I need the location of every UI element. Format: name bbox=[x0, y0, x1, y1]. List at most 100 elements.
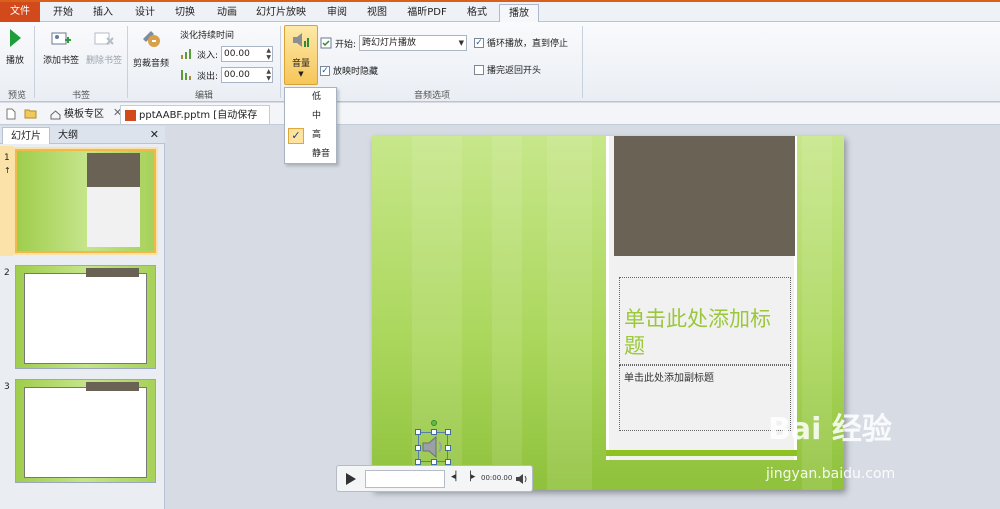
volume-icon[interactable] bbox=[515, 473, 529, 485]
volume-button[interactable]: 音量 ▼ bbox=[284, 25, 318, 85]
volume-option-medium[interactable]: 中 bbox=[285, 107, 336, 126]
folder-icon[interactable] bbox=[24, 108, 37, 119]
tab-animations[interactable]: 动画 bbox=[208, 4, 246, 22]
doc-tab-template-label: 模板专区 bbox=[64, 109, 104, 120]
fade-in-label: 淡入: bbox=[197, 50, 219, 61]
add-bookmark-label: 添加书签 bbox=[42, 56, 79, 66]
slide-thumbnail-1[interactable] bbox=[15, 149, 156, 253]
step-forward-icon[interactable]: ▕▸ bbox=[464, 472, 475, 482]
tab-outline[interactable]: 大纲 bbox=[50, 127, 86, 144]
remove-bookmark-label: 删除书签 bbox=[85, 56, 122, 66]
remove-bookmark-button[interactable]: 删除书签 bbox=[83, 30, 125, 66]
resize-handle[interactable] bbox=[431, 429, 437, 435]
slide-number: 1 bbox=[4, 153, 10, 163]
hide-row[interactable]: ✓ 放映时隐藏 bbox=[320, 64, 378, 77]
volume-option-low[interactable]: 低 bbox=[285, 88, 336, 107]
thumb-content bbox=[24, 273, 147, 364]
tab-format[interactable]: 格式 bbox=[458, 4, 496, 22]
tab-insert[interactable]: 插入 bbox=[84, 4, 122, 22]
loop-checkbox[interactable]: ✓ bbox=[474, 37, 484, 48]
tab-view[interactable]: 视图 bbox=[358, 4, 396, 22]
loop-row[interactable]: ✓ 循环播放，直到停止 bbox=[474, 36, 568, 49]
fade-out-value: 00.00 bbox=[224, 70, 250, 80]
tab-slides[interactable]: 幻灯片 bbox=[2, 127, 50, 144]
ribbon: 播放 预览 添加书签 删除书签 书签 剪裁音频 淡化持续时间 淡入: 00.00… bbox=[0, 22, 1000, 102]
accent-bar bbox=[606, 450, 797, 456]
powerpoint-file-icon bbox=[125, 110, 136, 121]
slide-thumbnail-2[interactable] bbox=[15, 265, 156, 369]
fade-duration-title: 淡化持续时间 bbox=[180, 28, 234, 41]
new-document-icon[interactable] bbox=[6, 108, 16, 120]
picture-placeholder[interactable] bbox=[614, 136, 795, 256]
rotate-handle[interactable] bbox=[431, 420, 437, 426]
tab-file[interactable]: 文件 bbox=[0, 2, 40, 22]
hide-checkbox[interactable]: ✓ bbox=[320, 65, 330, 76]
slide-number: 3 bbox=[4, 382, 10, 392]
trim-audio-button[interactable]: 剪裁音频 bbox=[130, 27, 172, 69]
volume-menu: 低 中 高 ✓ 静音 bbox=[284, 87, 337, 164]
fade-in-icon bbox=[181, 49, 191, 59]
close-panel-icon[interactable]: ✕ bbox=[150, 128, 159, 141]
spinner-arrows-icon[interactable]: ▲ ▼ bbox=[266, 68, 271, 82]
resize-handle[interactable] bbox=[445, 429, 451, 435]
tab-home[interactable]: 开始 bbox=[44, 4, 82, 22]
add-bookmark-button[interactable]: 添加书签 bbox=[39, 30, 83, 66]
fade-in-spinner[interactable]: 00.00 ▲ ▼ bbox=[221, 46, 274, 62]
slide-extra-marker: ↑ bbox=[4, 166, 11, 175]
fade-out-row: 淡出: 00.00 ▲ ▼ bbox=[180, 67, 274, 83]
background-stripe bbox=[547, 136, 592, 490]
start-dropdown[interactable]: 跨幻灯片播放 ▼ bbox=[359, 35, 468, 51]
step-back-icon[interactable]: ◂▏ bbox=[451, 472, 462, 482]
start-icon bbox=[320, 37, 332, 49]
rewind-row[interactable]: 播完返回开头 bbox=[474, 63, 541, 76]
tab-design[interactable]: 设计 bbox=[126, 4, 164, 22]
speaker-icon bbox=[293, 33, 309, 47]
rewind-checkbox[interactable] bbox=[474, 64, 484, 75]
fade-in-value: 00.00 bbox=[224, 49, 250, 59]
play-icon[interactable] bbox=[345, 472, 357, 486]
baidu-jingyan-watermark: Bai 经验 bbox=[768, 412, 892, 447]
play-icon bbox=[10, 29, 21, 47]
group-label-bookmarks: 书签 bbox=[71, 91, 90, 101]
resize-handle[interactable] bbox=[415, 429, 421, 435]
separator bbox=[280, 26, 281, 98]
checkmark-icon: ✓ bbox=[288, 128, 304, 144]
slides-panel: 幻灯片 大纲 ✕ 1 ↑ 2 3 bbox=[0, 126, 165, 509]
volume-option-mute[interactable]: 静音 bbox=[285, 145, 336, 164]
fade-duration-title-text: 淡化持续时间 bbox=[180, 31, 235, 41]
audio-player: ◂▏ ▕▸ 00:00.00 bbox=[336, 465, 533, 492]
add-bookmark-icon bbox=[51, 32, 71, 45]
tab-slideshow[interactable]: 幻灯片放映 bbox=[250, 4, 312, 22]
doc-tab-template[interactable]: 模板专区 bbox=[46, 105, 110, 124]
audio-object[interactable] bbox=[415, 420, 451, 465]
tab-review[interactable]: 审阅 bbox=[318, 4, 356, 22]
group-label-edit: 编辑 bbox=[194, 91, 213, 101]
slide-thumbnail-3[interactable] bbox=[15, 379, 156, 483]
loop-label: 循环播放，直到停止 bbox=[487, 39, 569, 49]
start-row: 开始: 跨幻灯片播放 ▼ bbox=[320, 35, 468, 51]
fade-out-spinner[interactable]: 00.00 ▲ ▼ bbox=[221, 67, 274, 83]
ribbon-tab-bar: 文件 开始 插入 设计 切换 动画 幻灯片放映 审阅 视图 福昕PDF 格式 播… bbox=[0, 2, 1000, 23]
tab-foxit-pdf[interactable]: 福昕PDF bbox=[400, 4, 454, 22]
dropdown-arrow-icon: ▼ bbox=[458, 39, 465, 47]
trim-audio-label: 剪裁音频 bbox=[132, 59, 169, 69]
start-label: 开始: bbox=[335, 39, 357, 50]
fade-out-label: 淡出: bbox=[197, 71, 219, 82]
tab-transitions[interactable]: 切换 bbox=[166, 4, 204, 22]
tab-playback[interactable]: 播放 bbox=[499, 4, 539, 23]
group-label-preview: 预览 bbox=[7, 91, 26, 101]
fade-out-icon bbox=[181, 70, 191, 80]
remove-bookmark-icon bbox=[94, 32, 114, 45]
doc-tab-file[interactable]: pptAABF.pptm [自动保存的] bbox=[120, 105, 270, 140]
background-stripe bbox=[492, 136, 522, 490]
seek-bar[interactable] bbox=[365, 470, 445, 488]
rewind-label: 播完返回开头 bbox=[487, 66, 542, 76]
resize-handle[interactable] bbox=[445, 445, 451, 451]
play-button[interactable]: 播放 bbox=[3, 28, 27, 66]
home-icon bbox=[50, 110, 61, 120]
time-display: 00:00.00 bbox=[481, 474, 513, 482]
resize-handle[interactable] bbox=[415, 445, 421, 451]
title-placeholder[interactable]: 单击此处添加标题 bbox=[619, 277, 791, 365]
spinner-arrows-icon[interactable]: ▲ ▼ bbox=[266, 47, 271, 61]
subtitle-placeholder[interactable]: 单击此处添加副标题 bbox=[619, 365, 791, 431]
